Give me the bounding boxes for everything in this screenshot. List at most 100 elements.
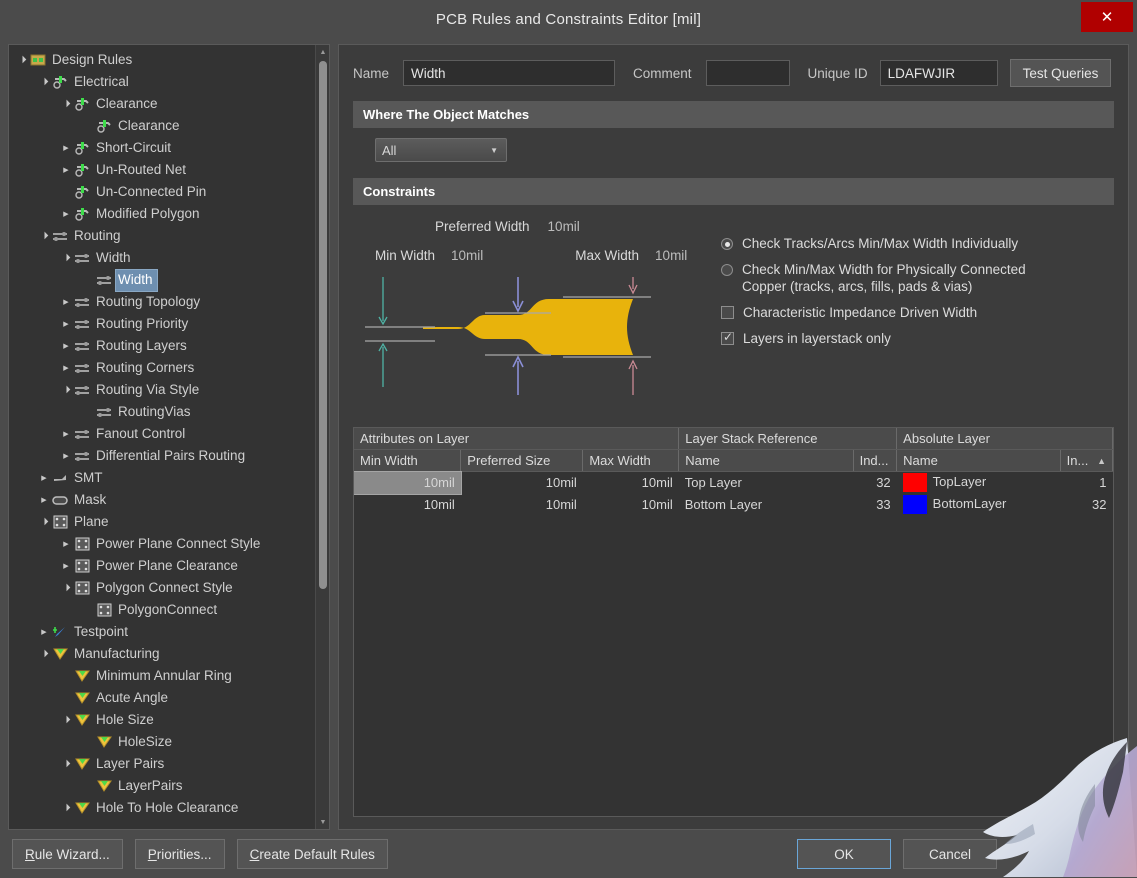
expand-arrow-icon[interactable] bbox=[59, 144, 73, 152]
expand-arrow-icon[interactable] bbox=[59, 430, 73, 438]
tree-item-hole-to-hole-clearance[interactable]: Hole To Hole Clearance bbox=[9, 797, 315, 819]
collapse-arrow-icon[interactable] bbox=[15, 56, 29, 64]
cell-min-width[interactable]: 10mil bbox=[354, 494, 461, 516]
collapse-arrow-icon[interactable] bbox=[59, 254, 73, 262]
tree-item-routing-topology[interactable]: Routing Topology bbox=[9, 291, 315, 313]
cell-max-width[interactable]: 10mil bbox=[583, 494, 679, 516]
layer-attributes-table[interactable]: Attributes on Layer Layer Stack Reference… bbox=[353, 427, 1114, 817]
rule-wizard-button[interactable]: Rule Wizard... bbox=[12, 839, 123, 869]
tree-item-routing-via-style[interactable]: Routing Via Style bbox=[9, 379, 315, 401]
radio-icon[interactable] bbox=[721, 238, 733, 250]
tree-item-power-plane-connect-style[interactable]: Power Plane Connect Style bbox=[9, 533, 315, 555]
cell-preferred-size[interactable]: 10mil bbox=[461, 494, 583, 516]
expand-arrow-icon[interactable] bbox=[37, 628, 51, 636]
tree-item-routingvias[interactable]: RoutingVias bbox=[9, 401, 315, 423]
table-row[interactable]: 10mil 10mil 10mil Bottom Layer 33 BottomLayer… bbox=[354, 494, 1113, 516]
column-header-max-width[interactable]: Max Width bbox=[582, 449, 680, 472]
tree-item-layer-pairs[interactable]: Layer Pairs bbox=[9, 753, 315, 775]
tree-item-width[interactable]: Width bbox=[9, 247, 315, 269]
cell-abs-index[interactable]: 1 bbox=[1060, 472, 1112, 494]
tree-item-fanout-control[interactable]: Fanout Control bbox=[9, 423, 315, 445]
preferred-width-value[interactable]: 10mil bbox=[548, 219, 580, 234]
expand-arrow-icon[interactable] bbox=[59, 364, 73, 372]
column-header-preferred-size[interactable]: Preferred Size bbox=[460, 449, 584, 472]
tree-item-routing-priority[interactable]: Routing Priority bbox=[9, 313, 315, 335]
tree-item-modified-polygon[interactable]: Modified Polygon bbox=[9, 203, 315, 225]
priorities-button[interactable]: Priorities... bbox=[134, 839, 225, 869]
collapse-arrow-icon[interactable] bbox=[37, 78, 51, 86]
expand-arrow-icon[interactable] bbox=[59, 540, 73, 548]
expand-arrow-icon[interactable] bbox=[59, 452, 73, 460]
tree-item-routing-corners[interactable]: Routing Corners bbox=[9, 357, 315, 379]
collapse-arrow-icon[interactable] bbox=[59, 716, 73, 724]
column-header-ind[interactable]: Ind... bbox=[853, 449, 898, 472]
check-connected-copper-option[interactable]: Check Min/Max Width for Physically Conne… bbox=[721, 261, 1114, 295]
collapse-arrow-icon[interactable] bbox=[59, 386, 73, 394]
tree-item-power-plane-clearance[interactable]: Power Plane Clearance bbox=[9, 555, 315, 577]
collapse-arrow-icon[interactable] bbox=[37, 232, 51, 240]
tree-item-testpoint[interactable]: Testpoint bbox=[9, 621, 315, 643]
collapse-arrow-icon[interactable] bbox=[59, 584, 73, 592]
collapse-arrow-icon[interactable] bbox=[59, 100, 73, 108]
tree-item-routing-layers[interactable]: Routing Layers bbox=[9, 335, 315, 357]
design-rules-tree[interactable]: Design Rules Electrical Clearance Clearance… bbox=[9, 45, 315, 829]
scroll-up-arrow-icon[interactable]: ▲ bbox=[316, 45, 329, 59]
tree-item-smt[interactable]: SMT bbox=[9, 467, 315, 489]
cell-stack-name[interactable]: Top Layer bbox=[679, 472, 853, 494]
ok-button[interactable]: OK bbox=[797, 839, 891, 869]
checkbox-icon[interactable] bbox=[721, 306, 734, 319]
expand-arrow-icon[interactable] bbox=[59, 342, 73, 350]
tree-item-hole-size[interactable]: Hole Size bbox=[9, 709, 315, 731]
expand-arrow-icon[interactable] bbox=[59, 166, 73, 174]
comment-input[interactable] bbox=[705, 60, 790, 86]
tree-item-width[interactable]: Width bbox=[9, 268, 315, 292]
cell-preferred-size[interactable]: 10mil bbox=[461, 472, 583, 494]
name-input[interactable] bbox=[403, 60, 616, 86]
tree-item-clearance[interactable]: Clearance bbox=[9, 115, 315, 137]
expand-arrow-icon[interactable] bbox=[37, 496, 51, 504]
layers-in-layerstack-only-option[interactable]: Layers in layerstack only bbox=[721, 330, 1114, 347]
collapse-arrow-icon[interactable] bbox=[59, 804, 73, 812]
tree-item-mask[interactable]: Mask bbox=[9, 489, 315, 511]
min-width-value[interactable]: 10mil bbox=[451, 248, 483, 263]
tree-item-un-routed-net[interactable]: Un-Routed Net bbox=[9, 159, 315, 181]
cancel-button[interactable]: Cancel bbox=[903, 839, 997, 869]
tree-item-manufacturing[interactable]: Manufacturing bbox=[9, 643, 315, 665]
collapse-arrow-icon[interactable] bbox=[59, 760, 73, 768]
tree-item-differential-pairs-routing[interactable]: Differential Pairs Routing bbox=[9, 445, 315, 467]
tree-item-un-connected-pin[interactable]: Un-Connected Pin bbox=[9, 181, 315, 203]
column-header-min-width[interactable]: Min Width bbox=[354, 449, 462, 472]
cell-stack-index[interactable]: 32 bbox=[853, 472, 897, 494]
tree-item-routing[interactable]: Routing bbox=[9, 225, 315, 247]
expand-arrow-icon[interactable] bbox=[59, 298, 73, 306]
expand-arrow-icon[interactable] bbox=[37, 474, 51, 482]
tree-item-polygon-connect-style[interactable]: Polygon Connect Style bbox=[9, 577, 315, 599]
scrollbar-thumb[interactable] bbox=[319, 61, 327, 589]
close-icon[interactable]: ✕ bbox=[1081, 2, 1133, 32]
table-row[interactable]: 10mil 10mil 10mil Top Layer 32 TopLayer 1 bbox=[354, 470, 1113, 495]
impedance-driven-width-option[interactable]: Characteristic Impedance Driven Width bbox=[721, 304, 1114, 321]
scroll-down-arrow-icon[interactable]: ▼ bbox=[316, 815, 329, 829]
tree-item-minimum-annular-ring[interactable]: Minimum Annular Ring bbox=[9, 665, 315, 687]
tree-item-electrical[interactable]: Electrical bbox=[9, 71, 315, 93]
column-header-name[interactable]: Name bbox=[678, 449, 854, 472]
cell-absolute-layer-name[interactable]: BottomLayer bbox=[897, 494, 1060, 516]
tree-item-acute-angle[interactable]: Acute Angle bbox=[9, 687, 315, 709]
cell-stack-name[interactable]: Bottom Layer bbox=[679, 494, 853, 516]
tree-item-polygonconnect[interactable]: PolygonConnect bbox=[9, 599, 315, 621]
tree-item-holesize[interactable]: HoleSize bbox=[9, 731, 315, 753]
expand-arrow-icon[interactable] bbox=[59, 320, 73, 328]
tree-item-design-rules[interactable]: Design Rules bbox=[9, 49, 315, 71]
cell-min-width[interactable]: 10mil bbox=[354, 470, 462, 495]
cell-abs-index[interactable]: 32 bbox=[1060, 494, 1112, 516]
collapse-arrow-icon[interactable] bbox=[37, 650, 51, 658]
expand-arrow-icon[interactable] bbox=[59, 210, 73, 218]
radio-icon[interactable] bbox=[721, 264, 733, 276]
column-header-name[interactable]: Name bbox=[896, 449, 1061, 472]
checkbox-icon[interactable] bbox=[721, 330, 734, 345]
max-width-value[interactable]: 10mil bbox=[655, 248, 687, 263]
create-default-rules-button[interactable]: Create Default Rules bbox=[236, 839, 388, 869]
scope-select[interactable]: All ▼ bbox=[375, 138, 507, 162]
tree-scrollbar[interactable]: ▲ ▼ bbox=[315, 45, 329, 829]
cell-max-width[interactable]: 10mil bbox=[583, 472, 679, 494]
